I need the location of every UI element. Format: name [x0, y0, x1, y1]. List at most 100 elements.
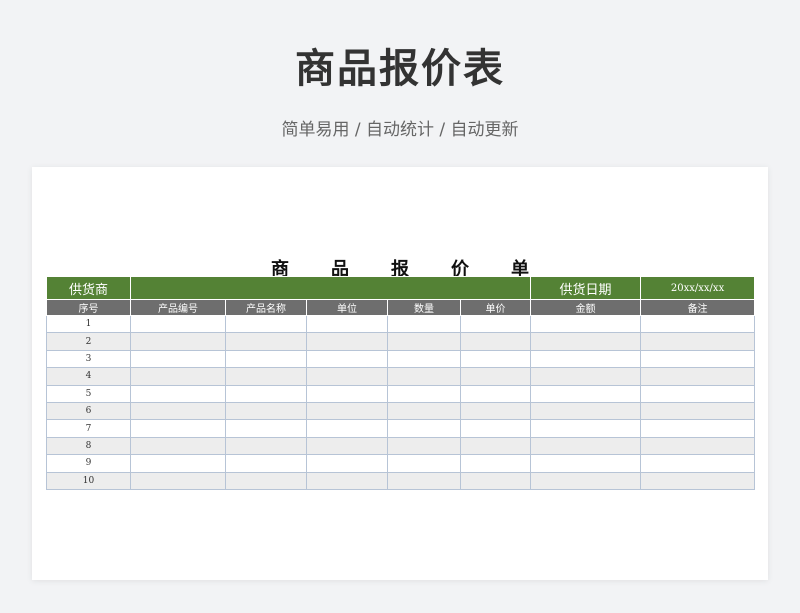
table-cell[interactable]: [459, 419, 532, 438]
table-row: 3: [46, 349, 756, 369]
table-cell[interactable]: [130, 314, 226, 334]
table-row: 1: [46, 314, 756, 334]
column-header: 单位: [306, 299, 388, 316]
table-cell[interactable]: [640, 401, 756, 421]
table-cell[interactable]: [640, 367, 756, 386]
table-cell[interactable]: [459, 349, 532, 369]
row-number-cell: 1: [46, 314, 131, 334]
table-cell[interactable]: [225, 367, 307, 386]
date-label: 供货日期: [530, 276, 642, 300]
date-value-cell[interactable]: 20xx/xx/xx: [640, 276, 756, 300]
table-cell[interactable]: [640, 384, 756, 403]
table-cell[interactable]: [225, 314, 307, 334]
table-cell[interactable]: [387, 401, 461, 421]
table-cell[interactable]: [459, 367, 532, 386]
table-row: 10: [46, 471, 756, 490]
table-cell[interactable]: [306, 384, 388, 403]
row-number-cell: 10: [46, 471, 131, 490]
table-cell[interactable]: [306, 436, 388, 456]
table-cell[interactable]: [225, 384, 307, 403]
table-cell[interactable]: [225, 401, 307, 421]
table-cell[interactable]: [387, 367, 461, 386]
table-cell[interactable]: [530, 454, 642, 473]
table-cell[interactable]: [530, 384, 642, 403]
table-cell[interactable]: [530, 419, 642, 438]
table-cell[interactable]: [459, 314, 532, 334]
row-number-cell: 8: [46, 436, 131, 456]
table-cell[interactable]: [225, 454, 307, 473]
table-row: 5: [46, 384, 756, 403]
supplier-value-cell[interactable]: [129, 276, 532, 300]
table-cell[interactable]: [225, 349, 307, 369]
row-number-cell: 3: [46, 349, 131, 369]
table-cell[interactable]: [459, 436, 532, 456]
table-cell[interactable]: [640, 419, 756, 438]
table-cell[interactable]: [459, 332, 532, 351]
table-cell[interactable]: [387, 384, 461, 403]
table-cell[interactable]: [459, 471, 532, 490]
table-cell[interactable]: [306, 349, 388, 369]
column-header: 产品编号: [130, 299, 226, 316]
table-cell[interactable]: [130, 419, 226, 438]
column-header: 序号: [46, 299, 131, 316]
table-cell[interactable]: [306, 314, 388, 334]
table-cell[interactable]: [530, 314, 642, 334]
column-header: 金额: [530, 299, 642, 316]
table-cell[interactable]: [530, 401, 642, 421]
table-cell[interactable]: [306, 419, 388, 438]
table-cell[interactable]: [387, 332, 461, 351]
table-cell[interactable]: [640, 471, 756, 490]
table-row: 7: [46, 419, 756, 438]
table-cell[interactable]: [530, 436, 642, 456]
table-cell[interactable]: [459, 401, 532, 421]
table-row: 9: [46, 454, 756, 473]
table-cell[interactable]: [530, 471, 642, 490]
table-cell[interactable]: [130, 471, 226, 490]
table-cell[interactable]: [387, 454, 461, 473]
column-header: 备注: [640, 299, 756, 316]
table-cell[interactable]: [130, 401, 226, 421]
table-cell[interactable]: [130, 332, 226, 351]
table-cell[interactable]: [306, 332, 388, 351]
table-cell[interactable]: [640, 454, 756, 473]
row-number-cell: 9: [46, 454, 131, 473]
supplier-label: 供货商: [46, 276, 131, 300]
table-cell[interactable]: [387, 314, 461, 334]
table-row: 8: [46, 436, 756, 456]
page-title: 商品报价表: [295, 46, 505, 92]
table-cell[interactable]: [225, 471, 307, 490]
row-number-cell: 7: [46, 419, 131, 438]
table-cell[interactable]: [387, 349, 461, 369]
row-number-cell: 6: [46, 401, 131, 421]
table-cell[interactable]: [387, 471, 461, 490]
table-cell[interactable]: [640, 314, 756, 334]
table-row: 4: [46, 367, 756, 386]
table-cell[interactable]: [130, 436, 226, 456]
table-cell[interactable]: [459, 384, 532, 403]
table-cell[interactable]: [530, 349, 642, 369]
spreadsheet-preview: 商品报价单 供货商 供货日期 20xx/xx/xx 序号 产品编号 产品名称 单…: [32, 167, 768, 580]
table-cell[interactable]: [530, 367, 642, 386]
table-cell[interactable]: [130, 384, 226, 403]
table-cell[interactable]: [225, 436, 307, 456]
table-row: 6: [46, 401, 756, 421]
table-cell[interactable]: [306, 454, 388, 473]
table-cell[interactable]: [306, 401, 388, 421]
table-cell[interactable]: [225, 419, 307, 438]
table-cell[interactable]: [640, 332, 756, 351]
table-cell[interactable]: [640, 436, 756, 456]
column-header: 单价: [459, 299, 532, 316]
column-header: 产品名称: [225, 299, 307, 316]
table-cell[interactable]: [130, 454, 226, 473]
table-cell[interactable]: [387, 436, 461, 456]
table-cell[interactable]: [130, 367, 226, 386]
table-cell[interactable]: [387, 419, 461, 438]
table-cell[interactable]: [459, 454, 532, 473]
table-cell[interactable]: [306, 367, 388, 386]
table-cell[interactable]: [306, 471, 388, 490]
table-cell[interactable]: [530, 332, 642, 351]
table-cell[interactable]: [130, 349, 226, 369]
table-cell[interactable]: [225, 332, 307, 351]
row-number-cell: 5: [46, 384, 131, 403]
table-cell[interactable]: [640, 349, 756, 369]
